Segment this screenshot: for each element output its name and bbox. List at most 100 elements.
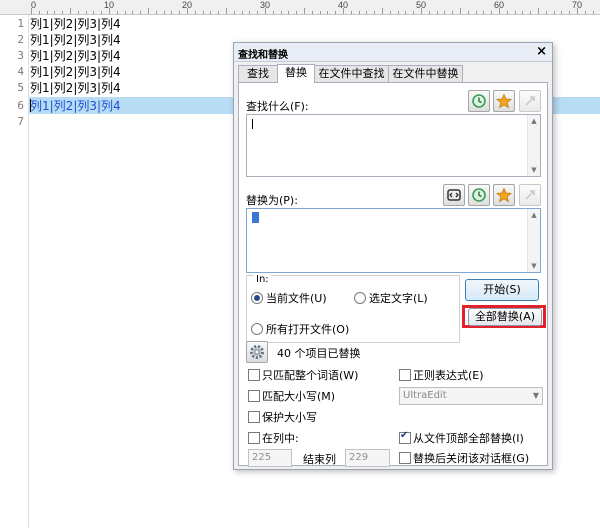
regex-engine-value: UltraEdit — [403, 390, 447, 401]
ruler-tick — [179, 11, 181, 14]
ruler-tick — [311, 11, 313, 14]
in-column-label[interactable]: 在列中: — [262, 430, 299, 446]
replace-status-text: 40 个项目已替换 — [277, 347, 361, 360]
ruler-tick — [54, 11, 56, 14]
match-whole-word-label[interactable]: 只匹配整个词语(W) — [262, 367, 358, 383]
match-case-label[interactable]: 匹配大小写(M) — [262, 388, 335, 404]
ruler-tick — [374, 11, 376, 14]
current-file-label[interactable]: 当前文件(U) — [266, 290, 327, 306]
tab-find-in-files[interactable]: 在文件中查找 — [314, 65, 389, 82]
start-button[interactable]: 开始(S) — [465, 279, 539, 301]
replace-expand-button[interactable] — [519, 184, 541, 206]
find-scrollbar[interactable]: ▲ ▼ — [527, 115, 540, 176]
tab-find[interactable]: 查找 — [238, 65, 278, 82]
ruler-tick — [296, 11, 298, 14]
close-after-replace-checkbox[interactable] — [399, 452, 411, 464]
ruler-tick — [288, 11, 290, 14]
preserve-case-label[interactable]: 保护大小写 — [262, 409, 317, 425]
all-open-files-label[interactable]: 所有打开文件(O) — [266, 321, 349, 337]
dialog-title: 查找和替换 — [238, 50, 288, 61]
code-line-selected[interactable]: 列1|列2|列3|列4 — [30, 97, 121, 114]
find-history-button[interactable] — [468, 90, 490, 112]
ruler-tick — [257, 11, 259, 14]
ruler-tick — [272, 11, 274, 14]
ruler-tick — [491, 11, 493, 14]
tab-replace-in-files[interactable]: 在文件中替换 — [388, 65, 463, 82]
match-whole-word-checkbox[interactable] — [248, 369, 260, 381]
ruler-tick — [101, 11, 103, 14]
ruler-tick — [249, 11, 251, 14]
find-expand-button[interactable] — [519, 90, 541, 112]
expand-icon — [525, 96, 535, 106]
dialog-titlebar[interactable]: 查找和替换 × — [234, 43, 552, 62]
ruler-tick — [202, 11, 204, 14]
end-column-input[interactable]: 229 — [345, 449, 390, 467]
ruler: 0 10 20 30 40 50 60 70 — [0, 0, 600, 15]
ruler-tick — [350, 11, 352, 14]
ruler-tick — [569, 11, 571, 14]
line-number: 4 — [17, 65, 24, 78]
find-favorites-button[interactable] — [493, 90, 515, 112]
ruler-tick — [148, 8, 149, 14]
find-text-area[interactable]: ▲ ▼ — [246, 114, 541, 177]
regex-engine-select[interactable]: UltraEdit ▼ — [399, 387, 543, 405]
replace-from-top-checkbox[interactable] — [399, 430, 411, 444]
ruler-tick — [46, 11, 48, 14]
code-line[interactable]: 列1|列2|列3|列4 — [30, 47, 121, 64]
regex-label[interactable]: 正则表达式(E) — [413, 367, 484, 383]
ruler-tick — [70, 8, 71, 14]
settings-button[interactable] — [246, 341, 268, 363]
start-column-input[interactable]: 225 — [248, 449, 292, 467]
ruler-tick — [358, 11, 360, 14]
scroll-down-icon[interactable]: ▼ — [530, 262, 538, 270]
close-icon[interactable]: × — [536, 44, 547, 59]
ruler-tick — [319, 11, 321, 14]
replace-favorites-button[interactable] — [493, 184, 515, 206]
scroll-up-icon[interactable]: ▲ — [530, 211, 538, 219]
preserve-case-checkbox[interactable] — [248, 411, 260, 423]
replace-history-button[interactable] — [468, 184, 490, 206]
ruler-tick — [421, 8, 422, 14]
tab-replace[interactable]: 替换 — [277, 64, 315, 83]
ruler-tick — [132, 11, 134, 14]
ruler-tick — [428, 11, 430, 14]
ruler-tick — [38, 11, 40, 14]
ruler-tick — [163, 11, 165, 14]
scroll-down-icon[interactable]: ▼ — [530, 166, 538, 174]
ruler-tick — [460, 8, 461, 14]
ruler-tick — [77, 11, 79, 14]
ruler-tick — [413, 11, 415, 14]
ruler-tick — [514, 11, 516, 14]
line-number: 2 — [17, 33, 24, 46]
replace-all-button[interactable]: 全部替换(A) — [468, 308, 542, 326]
selected-text-radio[interactable] — [354, 292, 366, 304]
code-line[interactable]: 列1|列2|列3|列4 — [30, 63, 121, 80]
ruler-tick — [241, 11, 243, 14]
ruler-tick — [194, 11, 196, 14]
swap-icon — [447, 189, 461, 201]
swap-button[interactable] — [443, 184, 465, 206]
ruler-tick — [382, 8, 383, 14]
ruler-tick — [592, 11, 594, 14]
replace-text-area[interactable]: ▲ ▼ — [246, 208, 541, 273]
close-after-replace-label[interactable]: 替换后关闭该对话框(G) — [413, 450, 529, 466]
match-case-checkbox[interactable] — [248, 390, 260, 402]
code-line[interactable]: 列1|列2|列3|列4 — [30, 15, 121, 32]
ruler-tick — [280, 11, 282, 14]
replace-scrollbar[interactable]: ▲ ▼ — [527, 209, 540, 272]
all-open-files-radio[interactable] — [251, 323, 263, 335]
replace-from-top-label[interactable]: 从文件顶部全部替换(I) — [413, 430, 524, 446]
ruler-tick — [62, 11, 64, 14]
selected-text-label[interactable]: 选定文字(L) — [369, 290, 428, 306]
scroll-up-icon[interactable]: ▲ — [530, 117, 538, 125]
ruler-tick — [530, 11, 532, 14]
code-line[interactable]: 列1|列2|列3|列4 — [30, 31, 121, 48]
regex-checkbox[interactable] — [399, 369, 411, 381]
scope-label: In: — [254, 274, 271, 285]
ruler-tick — [475, 11, 477, 14]
line-number: 5 — [17, 81, 24, 94]
ruler-tick — [304, 8, 305, 14]
in-column-checkbox[interactable] — [248, 432, 260, 444]
current-file-radio[interactable] — [251, 292, 263, 304]
code-line[interactable]: 列1|列2|列3|列4 — [30, 79, 121, 96]
